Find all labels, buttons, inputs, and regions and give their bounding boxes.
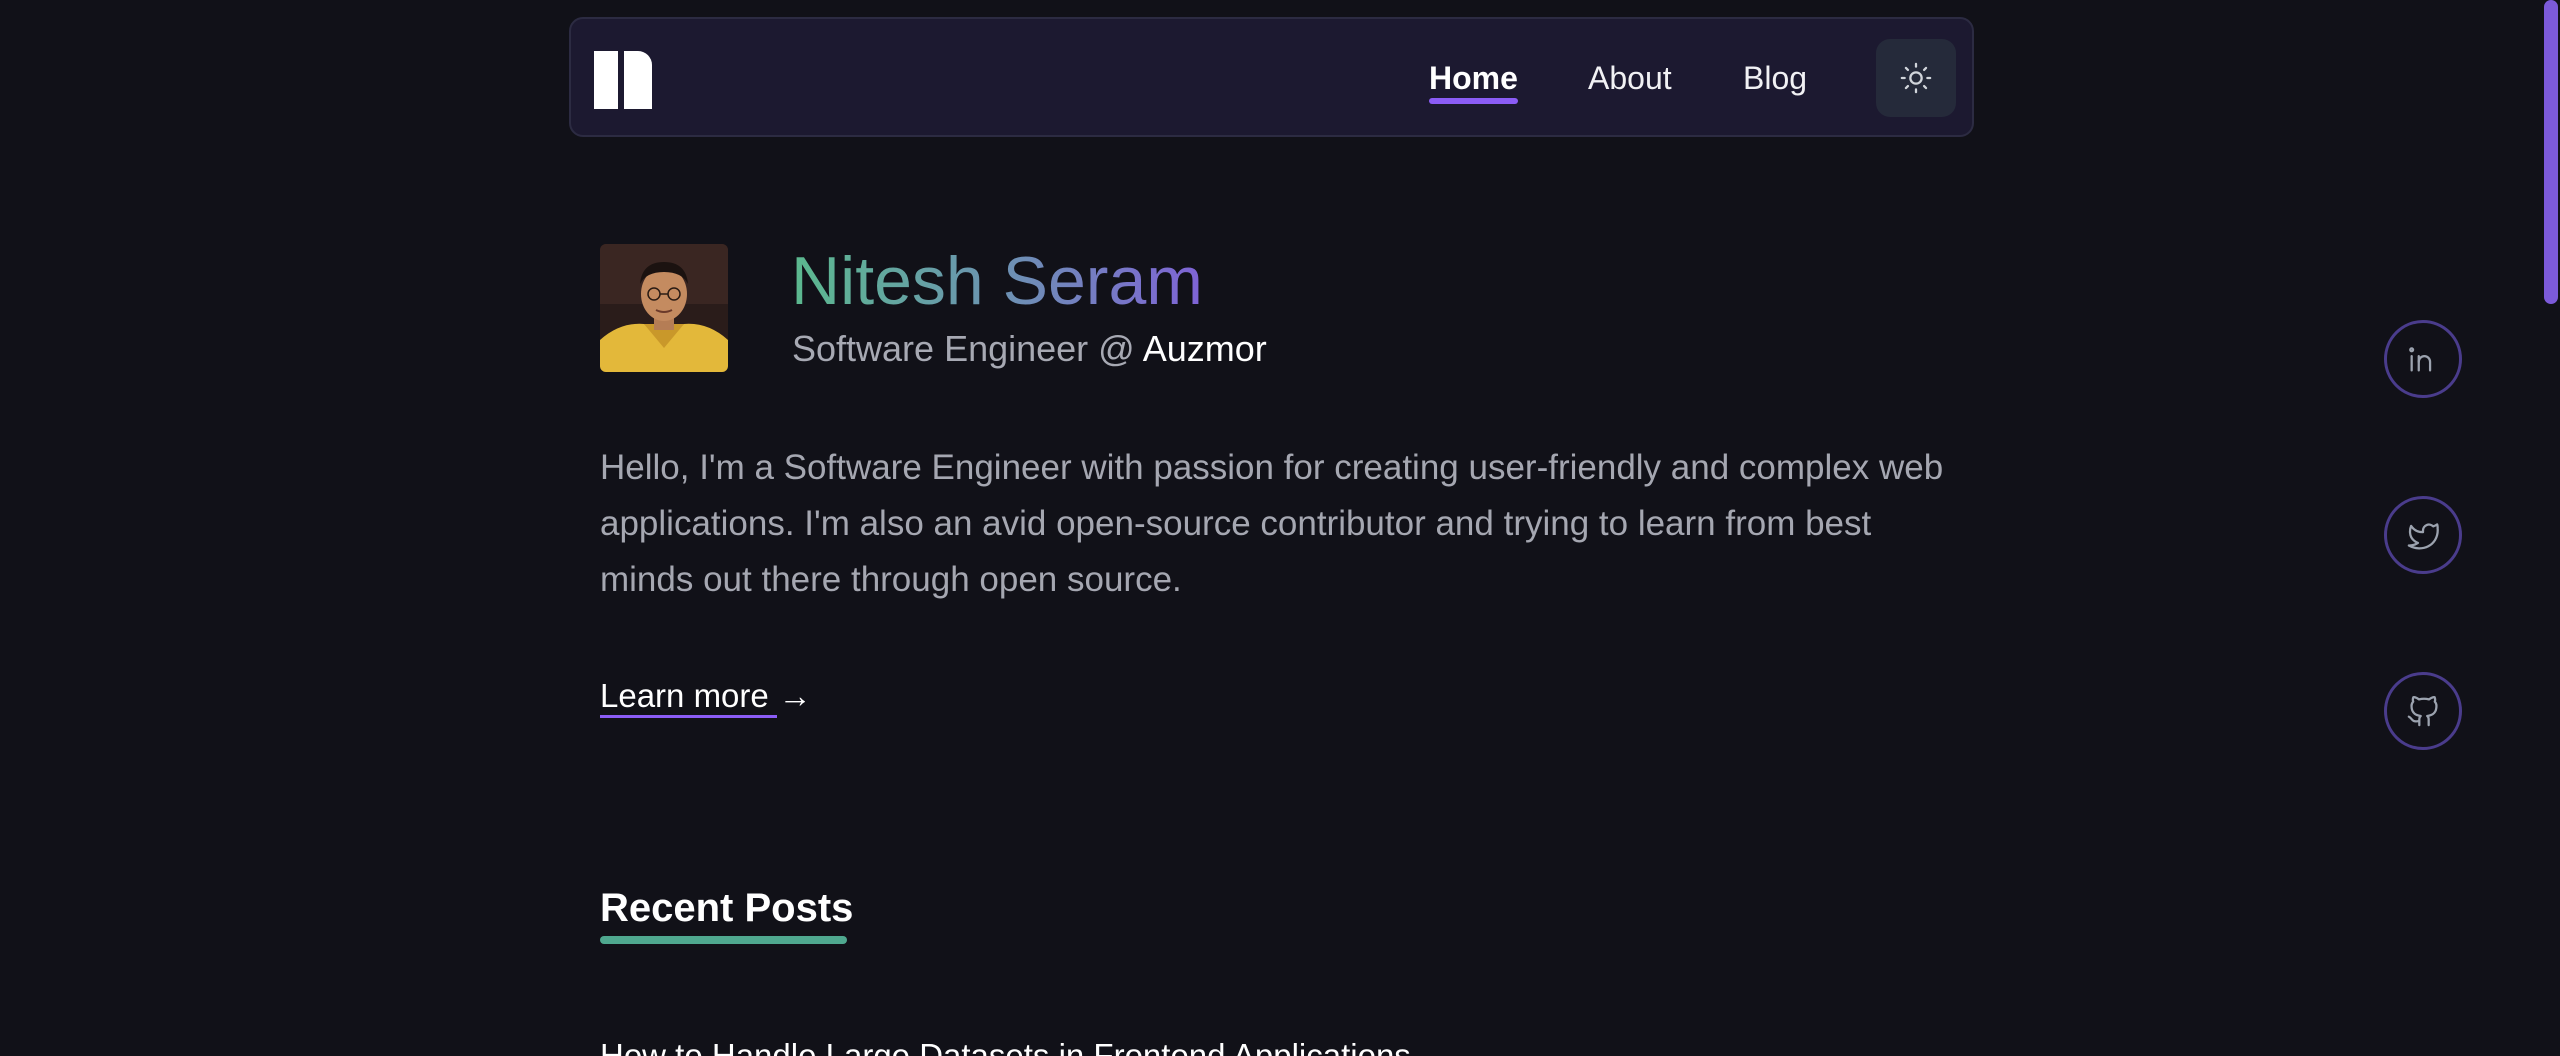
learn-more-label: Learn more (600, 677, 769, 714)
learn-more-link[interactable]: Learn more → (600, 676, 812, 718)
nav-active-underline (1429, 98, 1518, 104)
twitter-icon (2407, 523, 2439, 550)
hero-company: Auzmor (1142, 328, 1267, 369)
avatar (600, 244, 728, 372)
logo-mark-icon (594, 51, 652, 109)
linkedin-link[interactable] (2384, 320, 2462, 398)
post-title-link[interactable]: How to Handle Large Datasets in Frontend… (600, 1036, 1411, 1056)
page: Home About Blog Nitesh Seram Software En… (0, 0, 2560, 1056)
sun-icon (1900, 62, 1932, 94)
nav-blog-link[interactable]: Blog (1743, 59, 1807, 97)
navbar: Home About Blog (569, 17, 1974, 137)
recent-posts-heading: Recent Posts (600, 886, 854, 930)
avatar-photo (600, 244, 728, 372)
learn-more-underline (600, 715, 777, 718)
recent-posts-underline (600, 936, 847, 944)
site-logo[interactable] (594, 49, 652, 109)
nav-home-label: Home (1429, 60, 1518, 96)
github-link[interactable] (2384, 672, 2462, 750)
hero-role: Software Engineer @ Auzmor (792, 328, 1267, 370)
github-icon (2407, 696, 2438, 727)
page-scrollbar-thumb[interactable] (2544, 0, 2558, 304)
hero-role-text: Software Engineer @ (792, 328, 1143, 369)
hero-name: Nitesh Seram (791, 240, 1203, 322)
theme-toggle-button[interactable] (1876, 39, 1956, 117)
linkedin-icon (2409, 347, 2432, 372)
nav-about-link[interactable]: About (1588, 59, 1672, 97)
hero-intro: Hello, I'm a Software Engineer with pass… (600, 448, 1944, 599)
nav-home-link[interactable]: Home (1429, 59, 1518, 104)
twitter-link[interactable] (2384, 496, 2462, 574)
arrow-right-icon: → (778, 677, 812, 714)
learn-more-text-wrap: Learn more (600, 676, 777, 718)
